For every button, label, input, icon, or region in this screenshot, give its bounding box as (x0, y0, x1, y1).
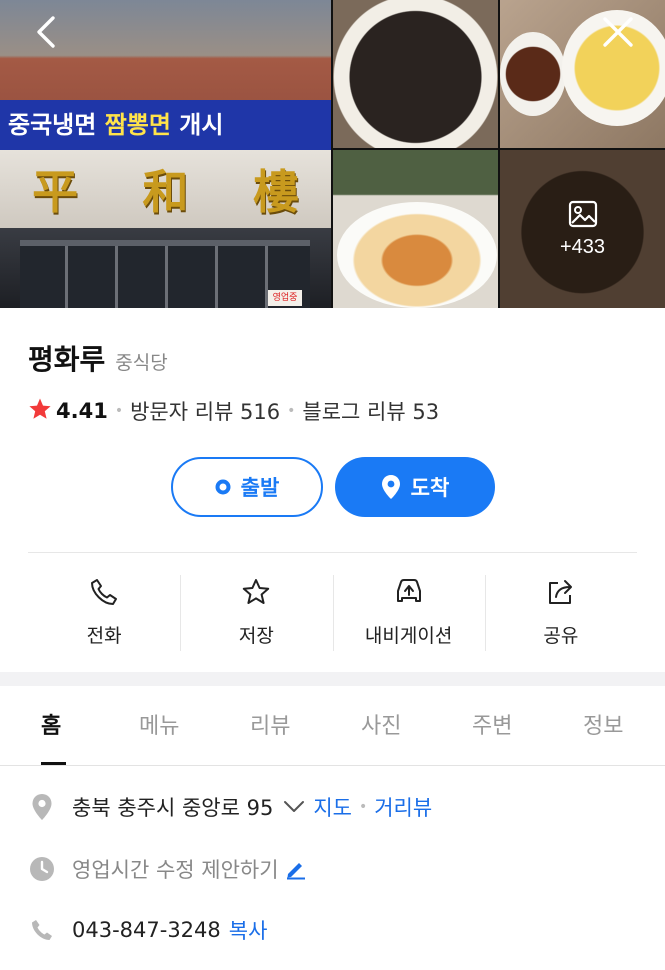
clock-icon (28, 856, 56, 882)
tab-home[interactable]: 홈 (41, 708, 61, 740)
tab-nearby[interactable]: 주변 (472, 708, 512, 740)
start-route-label: 출발 (240, 476, 280, 500)
address-row: 충북 충주시 중앙로 95 지도 • 거리뷰 (28, 792, 432, 822)
hours-row: 영업시간 수정 제안하기 (28, 854, 307, 884)
food-photo[interactable] (333, 150, 498, 308)
photo-gallery: 중국냉면 짬뽕면 개시 平 和 樓 영업중 +433 (0, 0, 665, 308)
place-category: 중식당 (115, 352, 168, 374)
close-icon (601, 15, 635, 53)
arrive-route-button[interactable]: 도착 (335, 457, 495, 517)
food-photo[interactable] (333, 0, 498, 148)
open-sign: 영업중 (268, 290, 302, 306)
divider (28, 552, 637, 553)
address-text[interactable]: 충북 충주시 중앙로 95 (72, 792, 273, 822)
chevron-down-icon[interactable] (283, 800, 305, 814)
section-separator (0, 672, 665, 686)
phone-icon (28, 918, 56, 942)
tab-info[interactable]: 정보 (583, 708, 623, 740)
storefront-sign: 平 和 樓 (0, 150, 331, 228)
rating-summary: 4.41 • 방문자 리뷰 516 • 블로그 리뷰 53 (28, 396, 439, 426)
star-outline-icon (241, 573, 271, 611)
hours-suggest-link[interactable]: 영업시간 수정 제안하기 (72, 854, 279, 884)
route-buttons: 출발 도착 (171, 457, 495, 517)
phone-row: 043-847-3248 복사 (28, 915, 267, 945)
sign-char: 樓 (252, 165, 299, 219)
origin-dot-icon (215, 479, 231, 495)
call-label: 전화 (86, 625, 122, 647)
start-route-button[interactable]: 출발 (171, 457, 323, 517)
tab-photos[interactable]: 사진 (361, 708, 401, 740)
close-button[interactable] (598, 14, 638, 54)
tab-bar: 홈 메뉴 리뷰 사진 주변 정보 (0, 686, 665, 766)
sign-char: 和 (142, 165, 189, 219)
share-icon (546, 573, 576, 611)
more-photos-tile[interactable]: +433 (500, 150, 665, 308)
more-photos-count: +433 (559, 235, 606, 258)
map-link[interactable]: 지도 (313, 792, 352, 822)
map-pin-icon (381, 474, 401, 500)
back-button[interactable] (26, 14, 66, 54)
navigation-button[interactable]: 내비게이션 (332, 573, 485, 653)
save-button[interactable]: 저장 (180, 573, 332, 653)
image-icon (568, 200, 598, 232)
share-label: 공유 (543, 625, 579, 647)
food-photo[interactable] (500, 0, 665, 148)
active-tab-indicator (41, 762, 66, 765)
navigation-label: 내비게이션 (364, 625, 453, 647)
tab-menu[interactable]: 메뉴 (139, 708, 179, 740)
banner-text: 중국냉면 (8, 111, 105, 139)
call-button[interactable]: 전화 (28, 573, 180, 653)
save-label: 저장 (238, 625, 274, 647)
location-pin-icon (28, 793, 56, 821)
pencil-icon[interactable] (285, 858, 307, 880)
storefront-banner: 중국냉면 짬뽕면 개시 (0, 100, 331, 150)
copy-phone-button[interactable]: 복사 (229, 915, 268, 945)
car-icon (393, 573, 425, 611)
banner-text-end: 개시 (170, 111, 224, 139)
quick-actions: 전화 저장 내비게이션 공유 (28, 573, 637, 653)
rating-score: 4.41 (56, 399, 108, 423)
star-icon (28, 397, 52, 426)
chevron-left-icon (35, 15, 57, 53)
tab-reviews[interactable]: 리뷰 (250, 708, 290, 740)
share-button[interactable]: 공유 (484, 573, 637, 653)
arrive-route-label: 도착 (410, 476, 450, 500)
phone-icon (89, 573, 119, 611)
place-title: 평화루 중식당 (28, 338, 168, 378)
shop-window (20, 240, 310, 308)
place-name: 평화루 (28, 343, 106, 376)
sign-char: 平 (32, 165, 79, 219)
blog-reviews-link[interactable]: 블로그 리뷰 53 (302, 396, 439, 426)
banner-highlight-text: 짬뽕면 (104, 111, 171, 139)
phone-number[interactable]: 043-847-3248 (72, 918, 221, 942)
streetview-link[interactable]: 거리뷰 (374, 792, 432, 822)
visitor-reviews-link[interactable]: 방문자 리뷰 516 (130, 396, 280, 426)
